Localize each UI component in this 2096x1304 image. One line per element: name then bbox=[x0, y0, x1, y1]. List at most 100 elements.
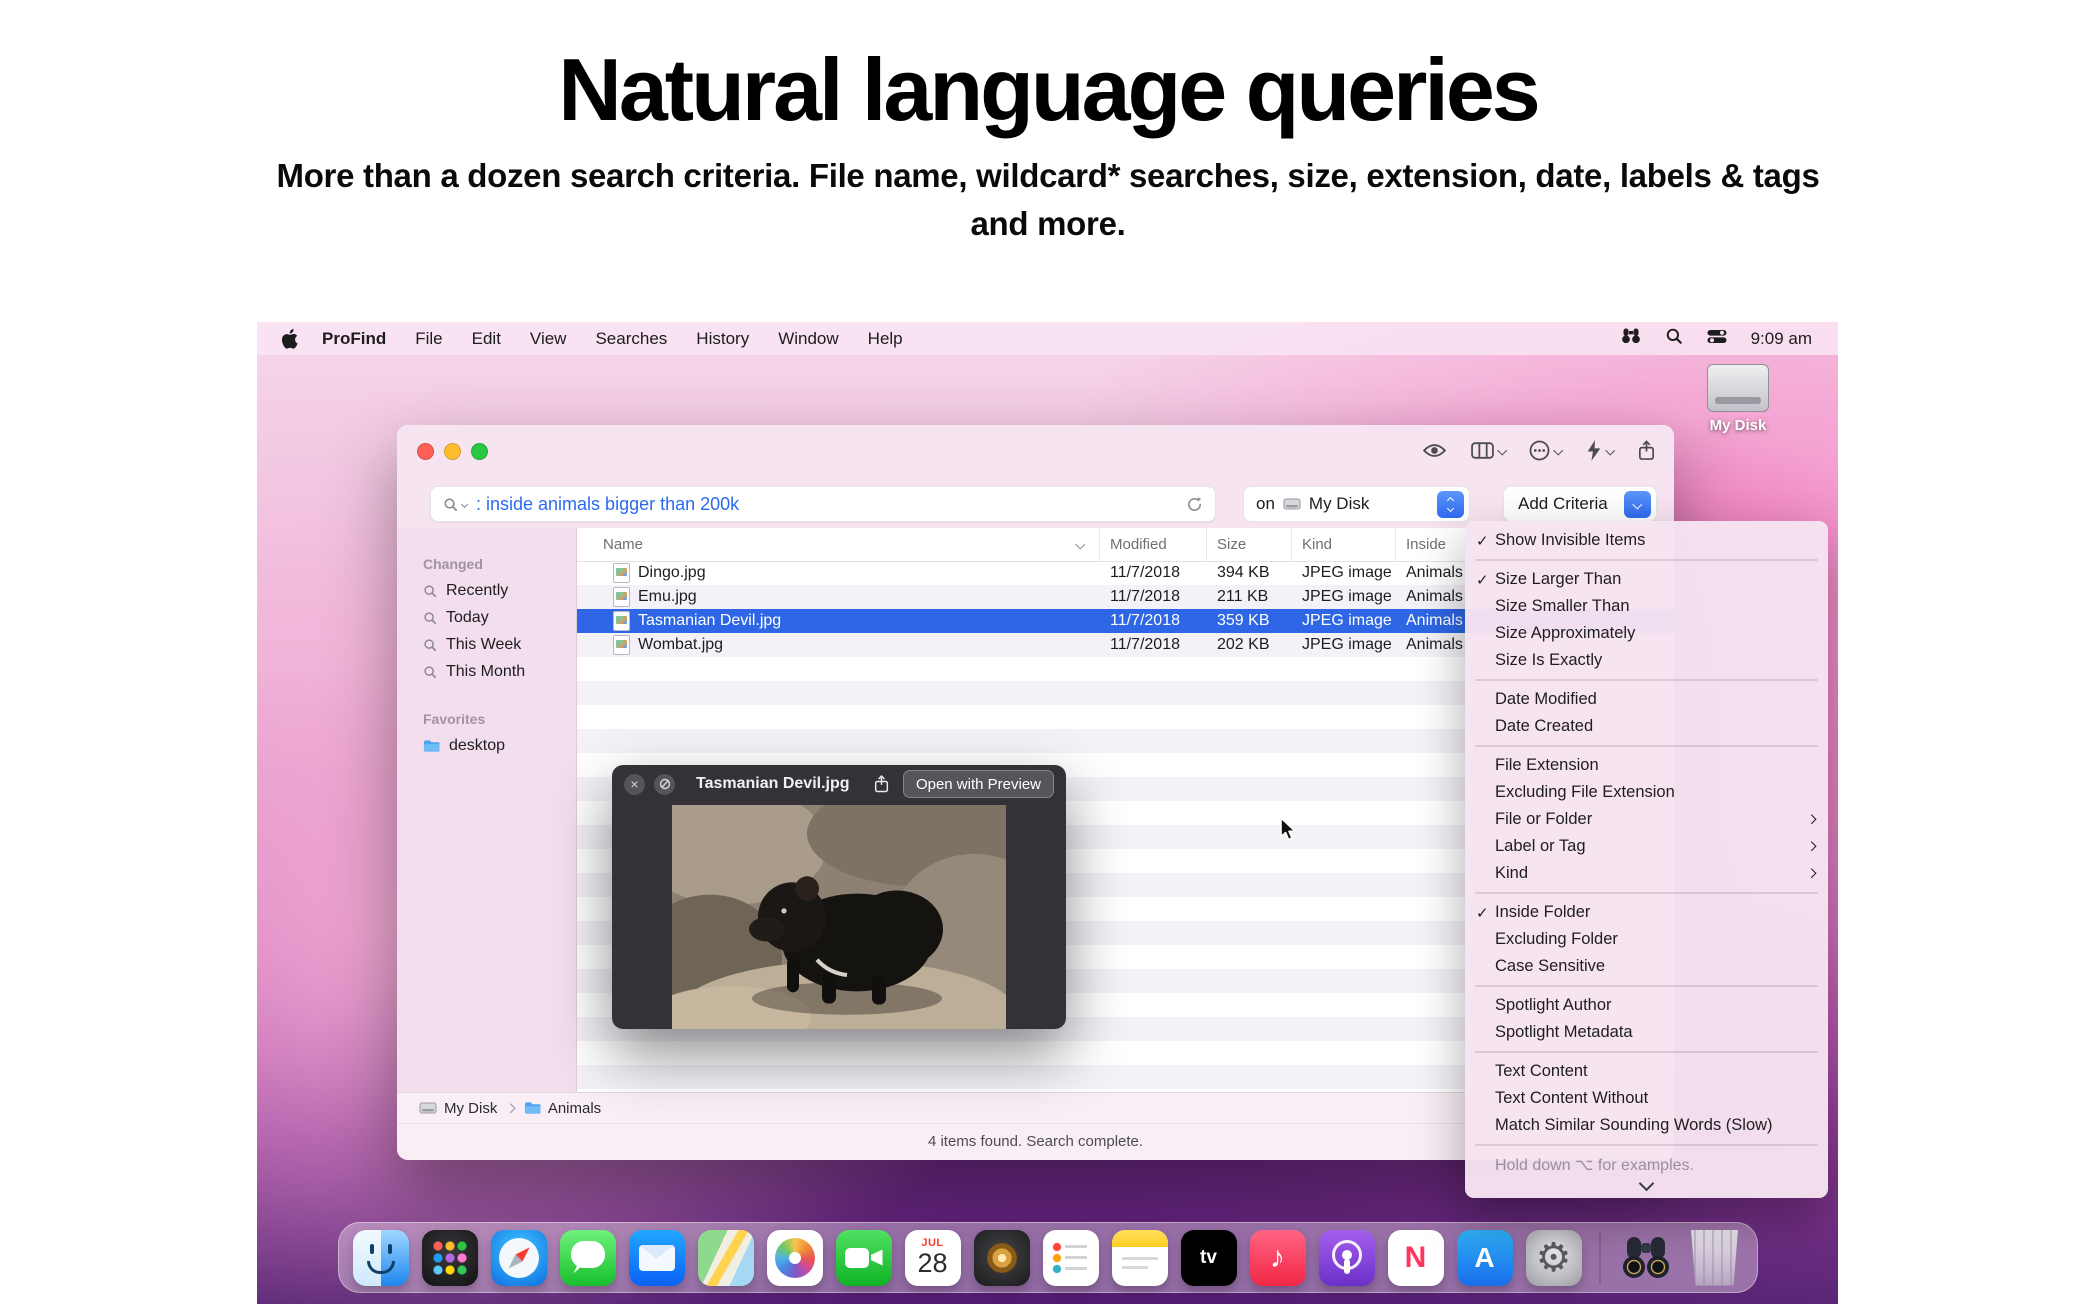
dock-trash-icon[interactable] bbox=[1687, 1230, 1743, 1286]
menu-item-case-sensitive[interactable]: Case Sensitive bbox=[1465, 953, 1828, 980]
dock-profind-icon[interactable] bbox=[1618, 1230, 1674, 1286]
menubar-item-edit[interactable]: Edit bbox=[472, 329, 501, 349]
column-header-modified[interactable]: Modified bbox=[1100, 528, 1207, 561]
preview-share-icon[interactable] bbox=[873, 774, 890, 794]
menubar-item-history[interactable]: History bbox=[696, 329, 749, 349]
menu-item-size-smaller-than[interactable]: Size Smaller Than bbox=[1465, 593, 1828, 620]
menu-item-text-content-without[interactable]: Text Content Without bbox=[1465, 1085, 1828, 1112]
menu-item-label-or-tag[interactable]: Label or Tag bbox=[1465, 833, 1828, 860]
add-criteria-button[interactable]: Add Criteria bbox=[1503, 486, 1657, 522]
menu-item-size-approximately[interactable]: Size Approximately bbox=[1465, 620, 1828, 647]
path-item-animals[interactable]: Animals bbox=[524, 1100, 601, 1117]
preview-zoom-icon[interactable] bbox=[654, 774, 675, 795]
preview-close-icon[interactable]: × bbox=[624, 774, 645, 795]
menu-item-text-content[interactable]: Text Content bbox=[1465, 1058, 1828, 1085]
breadcrumb-chevron-icon bbox=[506, 1103, 515, 1112]
menu-item-label: Size Is Exactly bbox=[1495, 651, 1602, 670]
dock-safari-icon[interactable] bbox=[491, 1230, 547, 1286]
dock-photos-icon[interactable] bbox=[767, 1230, 823, 1286]
dock-photobooth-icon[interactable] bbox=[974, 1230, 1030, 1286]
menubar-app-name[interactable]: ProFind bbox=[322, 329, 386, 349]
column-header-size[interactable]: Size bbox=[1207, 528, 1292, 561]
menu-item-excluding-file-extension[interactable]: Excluding File Extension bbox=[1465, 779, 1828, 806]
dock-launchpad-icon[interactable] bbox=[422, 1230, 478, 1286]
file-kind: JPEG image bbox=[1292, 612, 1396, 630]
profind-menubar-icon[interactable] bbox=[1621, 326, 1641, 351]
menu-item-spotlight-metadata[interactable]: Spotlight Metadata bbox=[1465, 1019, 1828, 1046]
menu-item-match-similar-sounding-words-slow[interactable]: Match Similar Sounding Words (Slow) bbox=[1465, 1112, 1828, 1139]
fullscreen-button[interactable] bbox=[471, 443, 488, 460]
menu-item-date-created[interactable]: Date Created bbox=[1465, 713, 1828, 740]
menu-item-date-modified[interactable]: Date Modified bbox=[1465, 686, 1828, 713]
file-icon bbox=[613, 587, 630, 607]
open-with-preview-button[interactable]: Open with Preview bbox=[903, 770, 1054, 798]
spotlight-search-icon[interactable] bbox=[1665, 327, 1683, 350]
dock-facetime-icon[interactable] bbox=[836, 1230, 892, 1286]
dock-podcasts-icon[interactable] bbox=[1319, 1230, 1375, 1286]
search-loupe-icon[interactable] bbox=[443, 497, 467, 512]
apple-menu-icon[interactable] bbox=[281, 329, 298, 349]
search-scope-popup[interactable]: on My Disk bbox=[1243, 486, 1470, 522]
menu-item-label: File Extension bbox=[1495, 756, 1599, 775]
desktop-disk-icon[interactable]: My Disk bbox=[1688, 364, 1788, 434]
column-header-kind[interactable]: Kind bbox=[1292, 528, 1396, 561]
search-field[interactable]: : inside animals bigger than 200k bbox=[430, 486, 1216, 522]
menu-item-file-or-folder[interactable]: File or Folder bbox=[1465, 806, 1828, 833]
search-query-text[interactable]: : inside animals bigger than 200k bbox=[476, 494, 1177, 515]
quicklook-eye-icon[interactable] bbox=[1422, 442, 1447, 459]
sidebar-item-today[interactable]: Today bbox=[397, 604, 576, 631]
menubar-item-view[interactable]: View bbox=[530, 329, 567, 349]
dock-maps-icon[interactable] bbox=[698, 1230, 754, 1286]
menu-item-excluding-folder[interactable]: Excluding Folder bbox=[1465, 926, 1828, 953]
dock-appletv-icon[interactable]: tv bbox=[1181, 1230, 1237, 1286]
menu-item-inside-folder[interactable]: ✓Inside Folder bbox=[1465, 899, 1828, 926]
menu-scroll-chevron-icon[interactable] bbox=[1465, 1178, 1828, 1195]
file-name-cell: Wombat.jpg bbox=[577, 635, 1100, 655]
dock-finder-icon[interactable] bbox=[353, 1230, 409, 1286]
share-icon[interactable] bbox=[1637, 439, 1656, 462]
preview-title: Tasmanian Devil.jpg bbox=[696, 775, 850, 793]
dock-calendar-icon[interactable]: JUL28 bbox=[905, 1230, 961, 1286]
menu-item-file-extension[interactable]: File Extension bbox=[1465, 752, 1828, 779]
popup-stepper-icon[interactable] bbox=[1437, 491, 1464, 518]
menubar-item-searches[interactable]: Searches bbox=[595, 329, 667, 349]
sidebar-item-this-week[interactable]: This Week bbox=[397, 631, 576, 658]
menubar-item-file[interactable]: File bbox=[415, 329, 442, 349]
dock-reminders-icon[interactable] bbox=[1043, 1230, 1099, 1286]
menubar-item-help[interactable]: Help bbox=[868, 329, 903, 349]
dock: JUL28 tv♪ NA ⚙ bbox=[338, 1222, 1758, 1293]
menu-bar: ProFind File Edit View Searches History Windo… bbox=[257, 322, 1838, 355]
menu-item-label: Size Smaller Than bbox=[1495, 597, 1630, 616]
appstore-glyph: A bbox=[1474, 1242, 1494, 1274]
menu-item-spotlight-author[interactable]: Spotlight Author bbox=[1465, 992, 1828, 1019]
folder-icon bbox=[524, 1101, 541, 1115]
menu-item-show-invisible-items[interactable]: ✓Show Invisible Items bbox=[1465, 527, 1828, 554]
sidebar-item-this-month[interactable]: This Month bbox=[397, 658, 576, 685]
menu-item-kind[interactable]: Kind bbox=[1465, 860, 1828, 887]
minimize-button[interactable] bbox=[444, 443, 461, 460]
menu-item-size-larger-than[interactable]: ✓Size Larger Than bbox=[1465, 566, 1828, 593]
dock-notes-icon[interactable] bbox=[1112, 1230, 1168, 1286]
path-item-my-disk[interactable]: My Disk bbox=[419, 1100, 497, 1117]
dock-messages-icon[interactable] bbox=[560, 1230, 616, 1286]
column-header-name[interactable]: Name bbox=[577, 528, 1100, 561]
more-options-icon[interactable] bbox=[1529, 440, 1562, 461]
refresh-icon[interactable] bbox=[1186, 496, 1203, 513]
menu-item-size-is-exactly[interactable]: Size Is Exactly bbox=[1465, 647, 1828, 674]
view-columns-icon[interactable] bbox=[1471, 442, 1506, 459]
sidebar-item-desktop[interactable]: desktop bbox=[397, 732, 576, 759]
file-kind: JPEG image bbox=[1292, 564, 1396, 582]
close-button[interactable] bbox=[417, 443, 434, 460]
sidebar-item-recently[interactable]: Recently bbox=[397, 577, 576, 604]
file-name: Emu.jpg bbox=[638, 588, 697, 606]
actions-icon[interactable] bbox=[1586, 440, 1614, 461]
menubar-item-window[interactable]: Window bbox=[778, 329, 838, 349]
control-center-icon[interactable] bbox=[1707, 329, 1727, 349]
dock-news-icon[interactable]: N bbox=[1388, 1230, 1444, 1286]
dock-settings-icon[interactable]: ⚙ bbox=[1526, 1230, 1582, 1286]
dock-music-icon[interactable]: ♪ bbox=[1250, 1230, 1306, 1286]
add-criteria-dropdown-icon[interactable] bbox=[1624, 491, 1651, 518]
menu-item-label: Inside Folder bbox=[1495, 903, 1590, 922]
dock-appstore-icon[interactable]: A bbox=[1457, 1230, 1513, 1286]
dock-mail-icon[interactable] bbox=[629, 1230, 685, 1286]
